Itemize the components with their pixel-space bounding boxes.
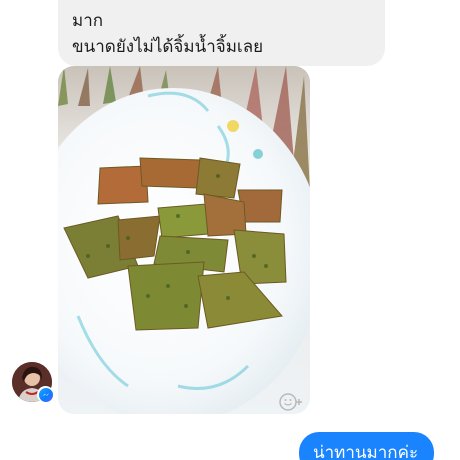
messenger-icon xyxy=(42,392,49,396)
incoming-message-line: ขนาดยังไม่ได้จิ้มน้ำจิ้มเลย xyxy=(72,37,264,57)
outgoing-message-text: น่าทานมากค่ะ xyxy=(313,443,419,460)
messenger-badge xyxy=(37,386,54,403)
message-thread: มาก ขนาดยังไม่ได้จิ้มน้ำจิ้มเลย น่าทานมา… xyxy=(0,0,460,460)
food-photo-icon xyxy=(58,66,310,414)
add-reaction-button[interactable] xyxy=(276,390,306,414)
outgoing-message-bubble[interactable]: น่าทานมากค่ะ xyxy=(299,432,434,460)
incoming-message-bubble[interactable]: มาก ขนาดยังไม่ได้จิ้มน้ำจิ้มเลย xyxy=(58,0,385,66)
incoming-message-line: มาก xyxy=(72,11,104,31)
shared-photo[interactable] xyxy=(58,66,310,414)
add-reaction-icon xyxy=(279,393,302,411)
